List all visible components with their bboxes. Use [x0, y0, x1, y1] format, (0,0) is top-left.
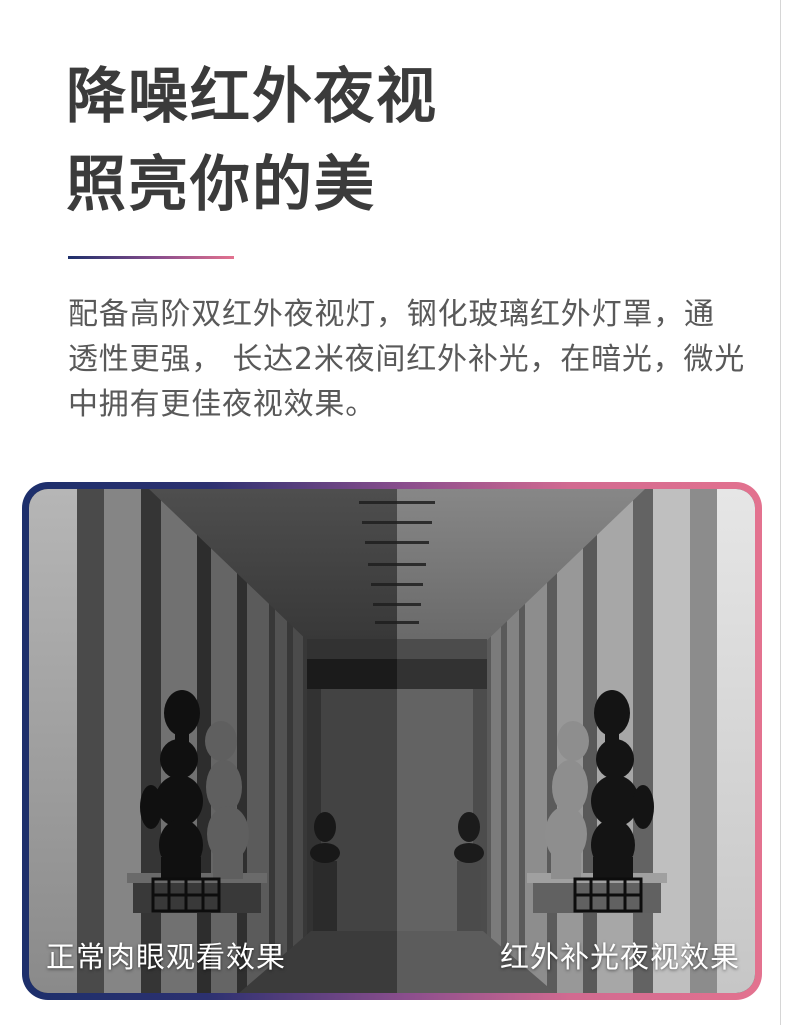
- ceiling-light: [373, 603, 421, 606]
- column-gap: [141, 489, 161, 993]
- ceiling-light: [371, 583, 423, 586]
- description-line-3: 中拥有更佳夜视效果。: [68, 387, 376, 422]
- statue-part: [205, 721, 237, 761]
- column: [717, 489, 755, 993]
- corridor-beam: [307, 659, 397, 689]
- column: [104, 489, 141, 993]
- statue-part: [552, 760, 588, 814]
- bust-sculpture: [310, 812, 340, 931]
- corridor-beam: [397, 659, 487, 689]
- comparison-frame: 正常肉眼观看效果 红外补光夜视效果: [22, 482, 762, 1000]
- statue-part: [175, 732, 189, 746]
- ceiling-light: [362, 521, 432, 524]
- corridor-comparison-photo: 正常肉眼观看效果 红外补光夜视效果: [29, 489, 755, 993]
- statue-part: [593, 857, 633, 879]
- bust-pedestal: [457, 861, 481, 931]
- statue-part: [164, 690, 200, 736]
- ceiling-light: [359, 501, 435, 504]
- ceiling-light: [368, 563, 426, 566]
- title-line-2: 照亮你的美: [66, 150, 376, 220]
- column-gap: [77, 489, 104, 993]
- corridor-photo-art: [29, 489, 755, 993]
- bust-shoulders: [454, 843, 484, 863]
- statue-part: [161, 857, 201, 879]
- column-gap: [690, 489, 717, 993]
- statue-part: [632, 785, 654, 829]
- page-title: 降噪红外夜视 照亮你的美: [66, 53, 438, 229]
- bust-pedestal: [313, 861, 337, 931]
- normal-view-label: 正常肉眼观看效果: [46, 940, 287, 974]
- statue-part: [206, 760, 242, 814]
- ceiling-light: [375, 621, 419, 624]
- right-edge-line: [780, 0, 781, 1025]
- ceiling-light: [365, 541, 429, 544]
- column: [653, 489, 690, 993]
- normal-view-half: [29, 489, 397, 993]
- infrared-view-half: [397, 489, 755, 993]
- bust-sculpture: [454, 812, 484, 931]
- bust-shoulders: [310, 843, 340, 863]
- gradient-divider: [68, 256, 234, 259]
- description-line-2: 透性更强， 长达2米夜间红外补光，在暗光，微光: [68, 342, 746, 377]
- statue-part: [213, 849, 243, 879]
- description-line-1: 配备高阶双红外夜视灯，钢化玻璃红外灯罩，通: [68, 297, 715, 332]
- column: [29, 489, 77, 993]
- statue-part: [140, 785, 162, 829]
- title-line-1: 降噪红外夜视: [66, 62, 438, 132]
- bust-head: [314, 812, 336, 842]
- bust-head: [458, 812, 480, 842]
- column-gap: [633, 489, 653, 993]
- statue-part: [557, 721, 589, 761]
- statue-part: [605, 732, 619, 746]
- statue-part: [551, 849, 581, 879]
- page: 降噪红外夜视 照亮你的美 配备高阶双红外夜视灯，钢化玻璃红外灯罩，通 透性更强，…: [0, 0, 792, 1025]
- infrared-view-label: 红外补光夜视效果: [499, 940, 740, 974]
- statue-part: [594, 690, 630, 736]
- description-paragraph: 配备高阶双红外夜视灯，钢化玻璃红外灯罩，通 透性更强， 长达2米夜间红外补光，在…: [68, 292, 745, 427]
